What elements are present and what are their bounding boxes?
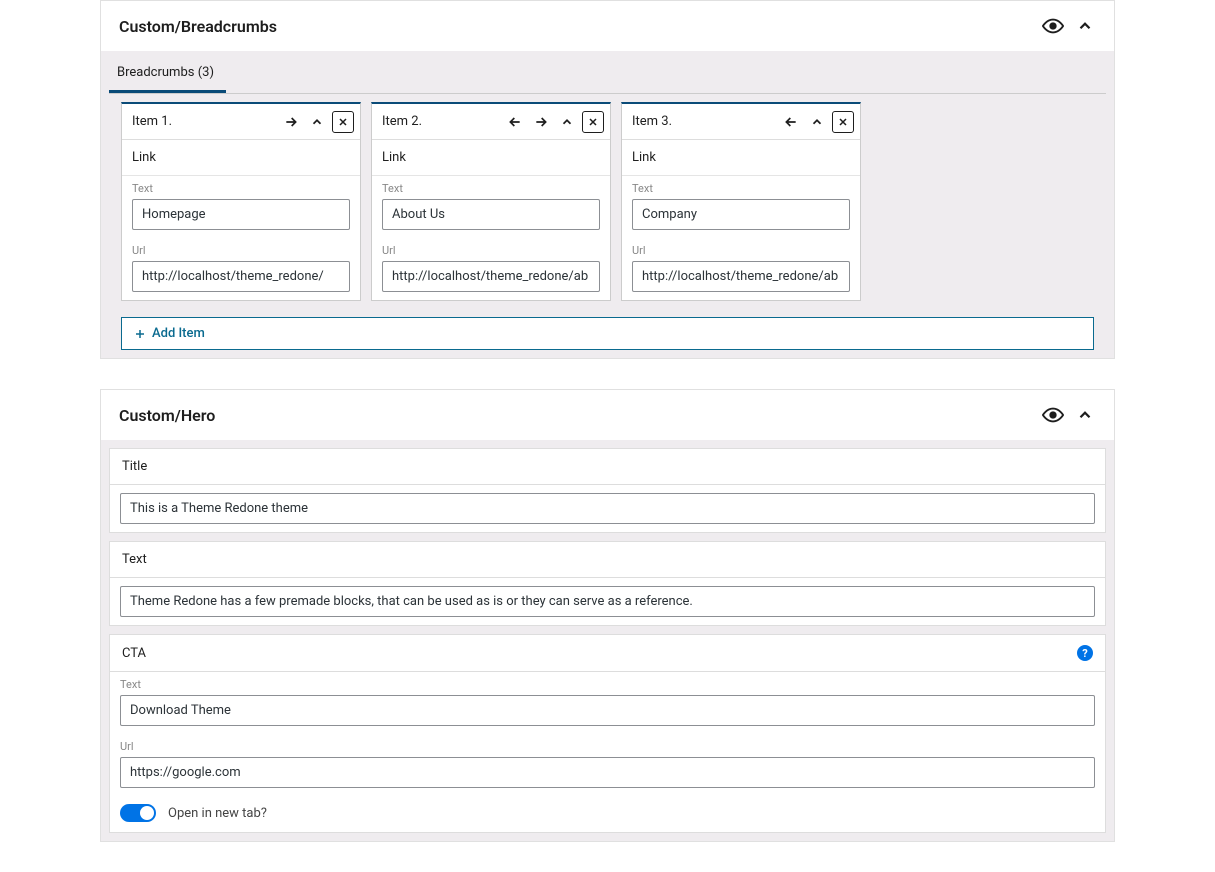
- cta-url-input[interactable]: [120, 757, 1095, 788]
- item-title: Item 3.: [632, 114, 672, 129]
- card-body: Link Text Url: [372, 140, 610, 300]
- new-tab-toggle[interactable]: [120, 804, 156, 822]
- cta-url-field: Url: [110, 734, 1105, 796]
- title-card: Title: [109, 448, 1106, 533]
- link-label: Link: [372, 140, 610, 176]
- remove-icon[interactable]: [832, 111, 854, 133]
- block-header: Custom/Hero: [101, 390, 1114, 440]
- help-icon[interactable]: ?: [1077, 645, 1093, 661]
- text-input[interactable]: [382, 199, 600, 230]
- block-title: Custom/Breadcrumbs: [119, 17, 277, 36]
- chevron-up-icon[interactable]: [1074, 15, 1096, 37]
- block-body: Breadcrumbs (3) Item 1.LinkTextUrlItem 2…: [101, 51, 1114, 358]
- tab-row: Breadcrumbs (3): [109, 51, 1106, 94]
- eye-icon[interactable]: [1042, 15, 1064, 37]
- text-input[interactable]: [132, 199, 350, 230]
- new-tab-label: Open in new tab?: [168, 806, 267, 821]
- eye-icon[interactable]: [1042, 404, 1064, 426]
- text-card: Text: [109, 541, 1106, 626]
- move-right-icon[interactable]: [280, 111, 302, 133]
- tab-breadcrumbs[interactable]: Breadcrumbs (3): [109, 51, 226, 93]
- collapse-icon[interactable]: [556, 111, 578, 133]
- remove-icon[interactable]: [582, 111, 604, 133]
- item-title: Item 1.: [132, 114, 172, 129]
- block-header: Custom/Breadcrumbs: [101, 1, 1114, 51]
- text-input[interactable]: [632, 199, 850, 230]
- collapse-icon[interactable]: [306, 111, 328, 133]
- url-sublabel: Url: [382, 244, 600, 257]
- move-left-icon[interactable]: [504, 111, 526, 133]
- text-sublabel: Text: [132, 182, 350, 195]
- link-label: Link: [122, 140, 360, 176]
- card-head: Item 3.: [622, 104, 860, 140]
- title-input[interactable]: [120, 493, 1095, 524]
- link-label: Link: [622, 140, 860, 176]
- collapse-icon[interactable]: [806, 111, 828, 133]
- field-sublabel: Url: [120, 740, 1095, 753]
- breadcrumb-item: Item 2. Link Text Url: [371, 102, 611, 301]
- items-row: Item 1.LinkTextUrlItem 2.LinkTextUrlItem…: [109, 94, 1106, 309]
- text-input[interactable]: [120, 586, 1095, 617]
- remove-icon[interactable]: [332, 111, 354, 133]
- breadcrumb-item: Item 3. Link Text Url: [621, 102, 861, 301]
- block-body: Title Text CTA ? Text: [101, 440, 1114, 841]
- url-sublabel: Url: [632, 244, 850, 257]
- block-hero: Custom/Hero Title Text: [100, 389, 1115, 842]
- card-head: Item 1.: [122, 104, 360, 140]
- url-input[interactable]: [132, 261, 350, 292]
- add-item-label: Add Item: [152, 326, 205, 341]
- block-breadcrumbs: Custom/Breadcrumbs Breadcrumbs (3) Item …: [100, 0, 1115, 359]
- field-label: CTA ?: [110, 635, 1105, 672]
- chevron-up-icon[interactable]: [1074, 404, 1096, 426]
- cta-text-input[interactable]: [120, 695, 1095, 726]
- field-label: Text: [110, 542, 1105, 578]
- field-label: Title: [110, 449, 1105, 485]
- block-actions: [1042, 404, 1096, 426]
- url-input[interactable]: [382, 261, 600, 292]
- card-body: Link Text Url: [122, 140, 360, 300]
- move-right-icon[interactable]: [530, 111, 552, 133]
- move-left-icon[interactable]: [780, 111, 802, 133]
- cta-label: CTA: [122, 646, 146, 661]
- url-sublabel: Url: [132, 244, 350, 257]
- breadcrumb-item: Item 1. Link Text Url: [121, 102, 361, 301]
- url-input[interactable]: [632, 261, 850, 292]
- add-item-button[interactable]: Add Item: [121, 317, 1094, 350]
- card-head: Item 2.: [372, 104, 610, 140]
- field-sublabel: Text: [120, 678, 1095, 691]
- card-body: Link Text Url: [622, 140, 860, 300]
- text-sublabel: Text: [382, 182, 600, 195]
- cta-text-field: Text: [110, 672, 1105, 734]
- block-title: Custom/Hero: [119, 406, 215, 425]
- text-sublabel: Text: [632, 182, 850, 195]
- item-title: Item 2.: [382, 114, 422, 129]
- cta-card: CTA ? Text Url Open in new tab?: [109, 634, 1106, 833]
- new-tab-row: Open in new tab?: [110, 796, 1105, 832]
- block-actions: [1042, 15, 1096, 37]
